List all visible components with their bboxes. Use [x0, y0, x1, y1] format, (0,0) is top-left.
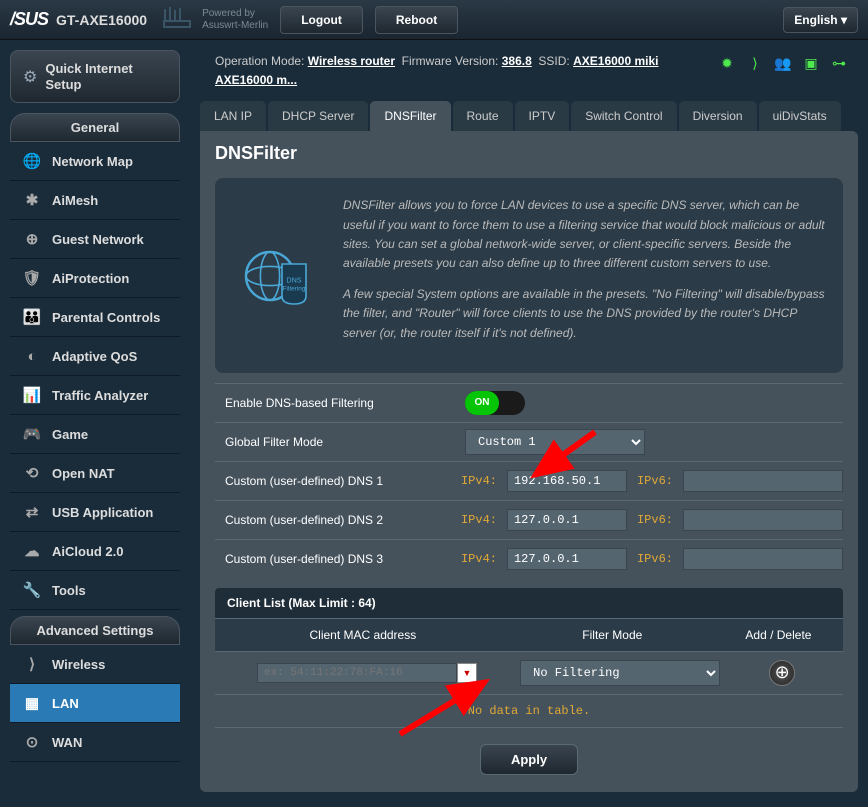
nav-parental-controls[interactable]: 👪Parental Controls — [10, 298, 180, 337]
wifi-icon: ⟩ — [22, 655, 42, 673]
tab-switch-control[interactable]: Switch Control — [571, 101, 676, 131]
nav-game[interactable]: 🎮Game — [10, 415, 180, 454]
status-users-icon[interactable]: 👥 — [774, 54, 792, 72]
tab-dnsfilter[interactable]: DNSFilter — [370, 101, 450, 131]
mac-dropdown-button[interactable]: ▼ — [457, 663, 477, 683]
nav-lan[interactable]: ▦LAN — [10, 684, 180, 723]
shield-icon: 🛡 — [22, 269, 42, 287]
nav-aicloud[interactable]: ☁AiCloud 2.0 — [10, 532, 180, 571]
dns1-label: Custom (user-defined) DNS 1 — [215, 468, 461, 494]
tab-dhcp-server[interactable]: DHCP Server — [268, 101, 368, 131]
mac-input[interactable] — [257, 663, 457, 683]
panel: DNSFilter DNS Filtering DNSFilter allows… — [200, 131, 858, 791]
guest-icon: ⊕ — [22, 230, 42, 248]
language-select[interactable]: English — [783, 7, 858, 33]
opmode-link[interactable]: Wireless router — [308, 54, 395, 68]
nav-network-map[interactable]: 🌐Network Map — [10, 142, 180, 181]
status-line: Operation Mode: Wireless router Firmware… — [200, 40, 858, 96]
desc-p1: DNSFilter allows you to force LAN device… — [343, 196, 825, 273]
status-wifi-icon[interactable]: ⟩ — [746, 54, 764, 72]
tab-uidivstats[interactable]: uiDivStats — [759, 101, 841, 131]
gear-icon: ⚙ — [23, 67, 37, 87]
dns1-ipv6-input[interactable] — [683, 470, 843, 492]
status-gear-icon[interactable]: ✹ — [718, 54, 736, 72]
game-icon: 🎮 — [22, 425, 42, 443]
dns3-label: Custom (user-defined) DNS 3 — [215, 546, 461, 572]
wrench-icon: 🔧 — [22, 581, 42, 599]
nav-adaptive-qos[interactable]: ◐Adaptive QoS — [10, 337, 180, 376]
chart-icon: 📊 — [22, 386, 42, 404]
global-filter-select[interactable]: Custom 1 — [465, 429, 645, 455]
enable-label: Enable DNS-based Filtering — [215, 390, 465, 416]
router-icon — [162, 5, 192, 35]
nav-tools[interactable]: 🔧Tools — [10, 571, 180, 610]
svg-text:Filtering: Filtering — [283, 285, 306, 292]
advanced-header: Advanced Settings — [10, 616, 180, 645]
nav-guest-network[interactable]: ⊕Guest Network — [10, 220, 180, 259]
dns2-ipv6-input[interactable] — [683, 509, 843, 531]
tab-route[interactable]: Route — [453, 101, 513, 131]
model-name: GT-AXE16000 — [56, 12, 147, 28]
apply-button[interactable]: Apply — [480, 744, 578, 775]
wan-icon: ⊙ — [22, 733, 42, 751]
gauge-icon: ◐ — [22, 347, 42, 365]
general-header: General — [10, 113, 180, 142]
nav-traffic-analyzer[interactable]: 📊Traffic Analyzer — [10, 376, 180, 415]
dns3-ipv6-input[interactable] — [683, 548, 843, 570]
tab-diversion[interactable]: Diversion — [679, 101, 757, 131]
dns2-label: Custom (user-defined) DNS 2 — [215, 507, 461, 533]
sidebar: ⚙ Quick Internet Setup General 🌐Network … — [0, 40, 190, 807]
nav-usb-application[interactable]: ⇄USB Application — [10, 493, 180, 532]
enable-toggle[interactable]: ON — [465, 391, 525, 415]
col-mac: Client MAC address — [215, 619, 511, 651]
top-bar: /SUS GT-AXE16000 Powered by Asuswrt-Merl… — [0, 0, 868, 40]
brand-logo: /SUS — [10, 9, 48, 30]
lan-icon: ▦ — [22, 694, 42, 712]
dns2-ipv4-input[interactable] — [507, 509, 627, 531]
page-title: DNSFilter — [215, 143, 843, 164]
svg-text:DNS: DNS — [286, 275, 301, 284]
filter-mode-select[interactable]: No Filtering — [520, 660, 720, 686]
description-box: DNS Filtering DNSFilter allows you to fo… — [215, 178, 843, 372]
fw-link[interactable]: 386.8 — [502, 54, 532, 68]
nav-open-nat[interactable]: ⟲Open NAT — [10, 454, 180, 493]
dns-filtering-icon: DNS Filtering — [233, 196, 323, 354]
mesh-icon: ✱ — [22, 191, 42, 209]
nav-wireless[interactable]: ⟩Wireless — [10, 645, 180, 684]
main-content: Operation Mode: Wireless router Firmware… — [190, 40, 868, 807]
global-filter-label: Global Filter Mode — [215, 429, 465, 455]
logout-button[interactable]: Logout — [280, 6, 363, 34]
status-usb-icon[interactable]: ⊶ — [830, 54, 848, 72]
nav-aiprotection[interactable]: 🛡AiProtection — [10, 259, 180, 298]
cloud-icon: ☁ — [22, 542, 42, 560]
globe-icon: 🌐 — [22, 152, 42, 170]
tabs: LAN IPDHCP ServerDNSFilterRouteIPTVSwitc… — [200, 101, 858, 131]
col-action: Add / Delete — [714, 619, 843, 651]
dns1-ipv4-input[interactable] — [507, 470, 627, 492]
tab-iptv[interactable]: IPTV — [515, 101, 570, 131]
tab-lan-ip[interactable]: LAN IP — [200, 101, 266, 131]
nav-wan[interactable]: ⊙WAN — [10, 723, 180, 762]
nav-aimesh[interactable]: ✱AiMesh — [10, 181, 180, 220]
dns3-ipv4-input[interactable] — [507, 548, 627, 570]
no-data-message: No data in table. — [215, 694, 843, 727]
client-list-header: Client List (Max Limit : 64) — [215, 588, 843, 618]
quick-internet-setup[interactable]: ⚙ Quick Internet Setup — [10, 50, 180, 103]
reboot-button[interactable]: Reboot — [375, 6, 458, 34]
col-filter: Filter Mode — [511, 619, 714, 651]
desc-p2: A few special System options are availab… — [343, 285, 825, 343]
status-net-icon[interactable]: ▣ — [802, 54, 820, 72]
nat-icon: ⟲ — [22, 464, 42, 482]
powered-by: Powered by Asuswrt-Merlin — [202, 8, 268, 32]
add-button[interactable]: ⊕ — [769, 660, 795, 686]
family-icon: 👪 — [22, 308, 42, 326]
usb-icon: ⇄ — [22, 503, 42, 521]
